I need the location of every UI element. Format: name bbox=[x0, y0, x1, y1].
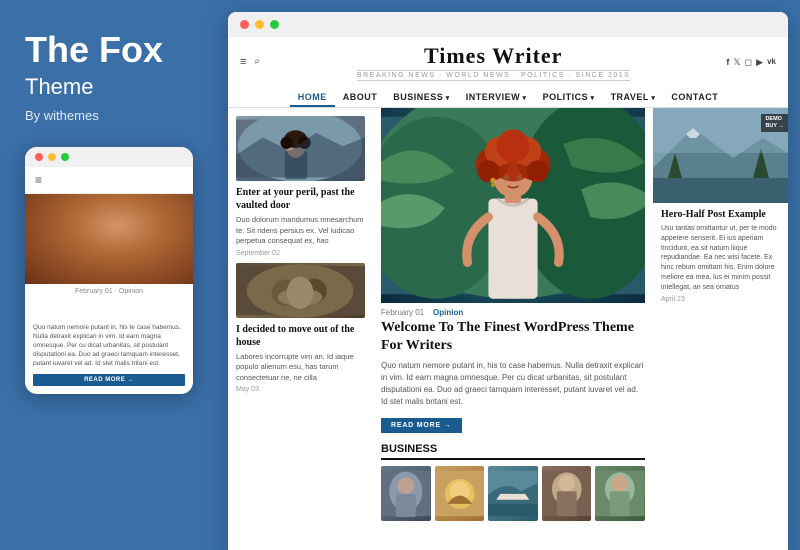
instagram-icon[interactable]: ◻ bbox=[745, 57, 752, 68]
business-grid bbox=[381, 466, 645, 521]
right-column: DEMO BUY → Hero-Half Post Example Usu ta… bbox=[653, 108, 788, 550]
mobile-article-text: Quo natum nemore putant in, his te case … bbox=[25, 323, 193, 374]
business-thumb-4 bbox=[542, 466, 592, 521]
hero-article-title: Welcome To The Finest WordPress Theme Fo… bbox=[381, 319, 645, 355]
nav-item-about[interactable]: ABOUT bbox=[335, 89, 386, 107]
business-section: BUSINESS bbox=[381, 443, 645, 521]
nav-item-travel[interactable]: TRAVEL bbox=[603, 89, 664, 107]
site-header: ≡ ⌕ Times Writer BREAKING NEWS · WORLD N… bbox=[228, 37, 788, 108]
browser-dot-yellow bbox=[255, 20, 264, 29]
main-content: Enter at your peril, past the vaulted do… bbox=[228, 108, 788, 550]
left-article2-image bbox=[236, 263, 365, 318]
left-article2-text: Labores incorrupte vim an. Id iaque popu… bbox=[236, 352, 365, 384]
browser-chrome bbox=[228, 12, 788, 37]
hero-article-image bbox=[381, 108, 645, 303]
mobile-nav-bar: ≡ Times Writer ⌕ bbox=[25, 167, 193, 194]
vk-icon[interactable]: vk bbox=[767, 57, 776, 68]
mobile-dot-red bbox=[35, 153, 43, 161]
right-hero-image: DEMO BUY → bbox=[653, 108, 788, 203]
left-panel: The Fox Theme By withemes ≡ Times Writer… bbox=[0, 0, 220, 550]
left-article2-date: May 03 bbox=[236, 386, 365, 393]
header-social-icons: f 𝕏 ◻ ▶ vk bbox=[726, 57, 776, 68]
mobile-hero-image bbox=[25, 194, 193, 284]
right-article-text: Usu tantas omittantur ut, per te modo ap… bbox=[653, 224, 788, 293]
hero-date: February 01 bbox=[381, 308, 424, 317]
header-search-icon[interactable]: ⌕ bbox=[254, 56, 260, 68]
facebook-icon[interactable]: f bbox=[726, 57, 729, 68]
middle-column: February 01 Opinion Welcome To The Fines… bbox=[373, 108, 653, 550]
left-article-text: Duo dolorum mandumus mnesarchum te. Sit … bbox=[236, 215, 365, 247]
right-article-date: April 23 bbox=[653, 296, 788, 303]
nav-item-contact[interactable]: CONTACT bbox=[663, 89, 726, 107]
left-article-image bbox=[236, 116, 365, 181]
nav-item-politics[interactable]: POLITICS bbox=[535, 89, 603, 107]
mobile-article-meta: February 01 · Opinion bbox=[25, 284, 193, 297]
left-article-title: Enter at your peril, past the vaulted do… bbox=[236, 186, 365, 212]
left-article2-title: I decided to move out of the house bbox=[236, 323, 365, 349]
site-header-top: ≡ ⌕ Times Writer BREAKING NEWS · WORLD N… bbox=[228, 43, 788, 85]
mobile-mockup: ≡ Times Writer ⌕ bbox=[25, 147, 193, 395]
mobile-search-icon: ⌕ bbox=[177, 174, 183, 185]
mobile-read-more-button[interactable]: READ MORE → bbox=[33, 374, 185, 386]
brand-title: The Fox bbox=[25, 30, 195, 70]
business-thumb-1 bbox=[381, 466, 431, 521]
demo-badge[interactable]: DEMO BUY → bbox=[761, 114, 788, 132]
browser-dot-green bbox=[270, 20, 279, 29]
twitter-icon[interactable]: 𝕏 bbox=[733, 57, 740, 68]
nav-item-interview[interactable]: INTERVIEW bbox=[458, 89, 535, 107]
business-thumb-2 bbox=[435, 466, 485, 521]
hero-read-more-button[interactable]: READ MORE → bbox=[381, 418, 462, 433]
business-thumb-5 bbox=[595, 466, 645, 521]
site-nav: HOME ABOUT BUSINESS INTERVIEW POLITICS T… bbox=[228, 85, 788, 107]
youtube-icon[interactable]: ▶ bbox=[756, 57, 763, 68]
site-tagline: BREAKING NEWS · WORLD NEWS · POLITICS · … bbox=[357, 70, 630, 81]
brand-author: By withemes bbox=[25, 108, 195, 123]
hero-article-text: Quo natum nemore putant in, his to case … bbox=[381, 360, 645, 408]
right-article-title: Hero-Half Post Example bbox=[661, 208, 780, 221]
mobile-site-title: Times Writer bbox=[78, 174, 141, 186]
header-hamburger-icon[interactable]: ≡ bbox=[240, 56, 246, 68]
nav-item-home[interactable]: HOME bbox=[290, 89, 335, 107]
brand-subtitle: Theme bbox=[25, 74, 195, 100]
nav-item-business[interactable]: BUSINESS bbox=[385, 89, 457, 107]
header-title-block: Times Writer BREAKING NEWS · WORLD NEWS … bbox=[357, 43, 630, 81]
left-column: Enter at your peril, past the vaulted do… bbox=[228, 108, 373, 550]
business-section-label: BUSINESS bbox=[381, 443, 645, 460]
hamburger-icon: ≡ bbox=[35, 173, 42, 187]
browser-window: ≡ ⌕ Times Writer BREAKING NEWS · WORLD N… bbox=[228, 12, 788, 550]
business-thumb-3 bbox=[488, 466, 538, 521]
mobile-article-title: Welcome To The Finest WordPress Theme Fo… bbox=[25, 297, 193, 323]
site-content: ≡ ⌕ Times Writer BREAKING NEWS · WORLD N… bbox=[228, 37, 788, 550]
mobile-hero-person bbox=[25, 194, 193, 284]
hero-category: Opinion bbox=[433, 308, 463, 317]
browser-dot-red bbox=[240, 20, 249, 29]
left-article-date: September 02 bbox=[236, 250, 365, 257]
header-icons-left: ≡ ⌕ bbox=[240, 56, 260, 68]
site-title: Times Writer bbox=[357, 43, 630, 69]
mobile-dot-green bbox=[61, 153, 69, 161]
hero-article-meta: February 01 Opinion bbox=[381, 308, 645, 317]
mobile-dot-yellow bbox=[48, 153, 56, 161]
mobile-top-bar bbox=[25, 147, 193, 167]
